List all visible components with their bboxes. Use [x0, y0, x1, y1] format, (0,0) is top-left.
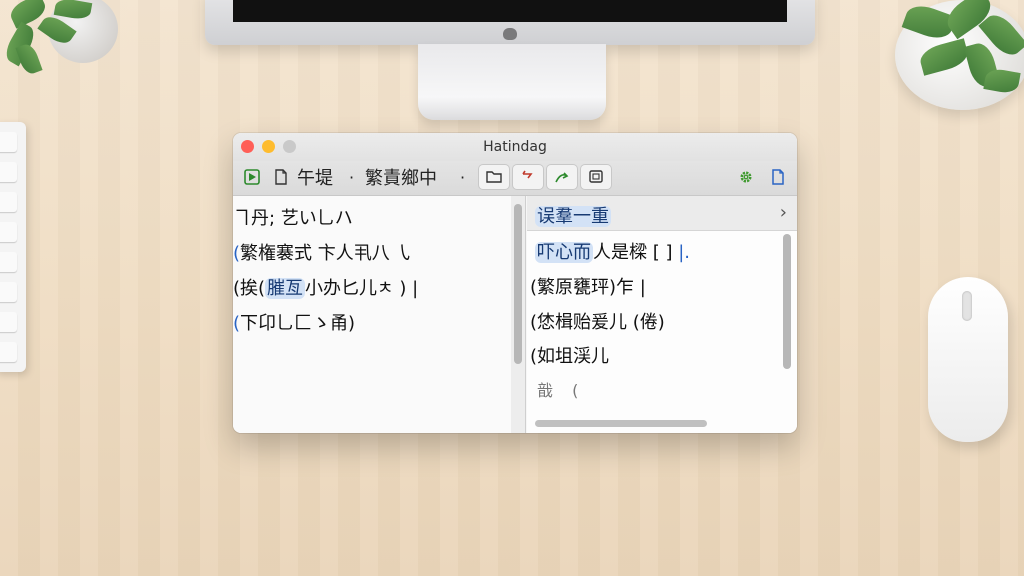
settings-button[interactable]	[733, 165, 759, 189]
left-line-1[interactable]: ヿ丹; 艺い乚ハ	[233, 204, 353, 230]
right-line-4[interactable]: (如坥渓儿	[530, 342, 609, 368]
right-scrollbar[interactable]	[781, 234, 793, 374]
line-text: 人是樑 [ ]	[593, 242, 673, 263]
menu-2-dropdown-icon[interactable]: ·	[460, 165, 465, 189]
mouse	[928, 277, 1008, 442]
line-text: (恷楫贻爰儿 (倦)	[530, 312, 665, 333]
undo-arrow-icon	[522, 170, 533, 179]
monitor	[205, 0, 815, 45]
line-text: 繁権褰式 卞人丮八 ㇂	[240, 243, 414, 264]
left-editor-pane[interactable]: ヿ丹; 艺い乚ハ (繁権褰式 卞人丮八 ㇂ (挨(膗亙 小办匕儿ㅊ ) | (下卬…	[233, 196, 511, 433]
line-text: (如坥渓儿	[530, 346, 610, 367]
menu-1[interactable]: 午堤	[297, 165, 333, 189]
line-text: 下卬乚匚ゝ甬)	[240, 313, 356, 334]
line-text: 小办匕儿ㅊ ) |	[305, 278, 419, 299]
header-label: 误羣一重	[535, 206, 611, 227]
right-pane[interactable]: 误羣一重 › 吓心而 人是樑 [ ] |. (繁原甕玶)乍 | (恷楫贻爰儿 (倦…	[527, 196, 797, 433]
line-paren: (	[233, 243, 241, 264]
line-trail: |.	[678, 242, 691, 263]
keyboard-key	[0, 282, 17, 302]
document-blue-icon	[772, 169, 784, 185]
line-text: ヿ丹;	[233, 208, 276, 229]
line-text: 艺い乚ハ	[280, 208, 353, 229]
left-scrollbar[interactable]	[511, 196, 526, 433]
app-window: Hatindag 午堤 · 繁責鄉中 · ヿ丹; 艺い乚ハ (繁権褰式 卞人丮八…	[233, 133, 797, 433]
right-line-3[interactable]: (恷楫贻爰儿 (倦)	[530, 308, 665, 334]
right-line-5[interactable]: 戠 (	[537, 377, 578, 401]
left-line-2[interactable]: (繁権褰式 卞人丮八 ㇂	[233, 239, 413, 265]
run-icon	[244, 169, 260, 185]
keyboard-key	[0, 192, 17, 212]
keyboard-key	[0, 132, 17, 152]
line-text: (挨(	[233, 278, 266, 299]
apple-logo-icon	[503, 28, 517, 40]
keyboard-key	[0, 342, 17, 362]
preview-button[interactable]	[581, 165, 611, 189]
new-file-button[interactable]	[268, 165, 294, 189]
right-scrollbar-thumb[interactable]	[783, 234, 791, 369]
selected-text: 吓心而	[535, 242, 593, 263]
open-folder-button[interactable]	[479, 165, 509, 189]
menu-1-dropdown-icon[interactable]: ·	[349, 165, 354, 189]
gear-icon	[740, 171, 752, 183]
line-paren: (	[233, 313, 241, 334]
keyboard-key	[0, 162, 17, 182]
selected-text: 膗亙	[265, 278, 306, 299]
redo-button[interactable]	[547, 165, 577, 189]
line-trail: (	[572, 381, 579, 400]
window-title: Hatindag	[483, 139, 547, 155]
horizontal-scrollbar-thumb[interactable]	[535, 420, 707, 427]
mouse-wheel	[962, 291, 972, 321]
left-line-4[interactable]: (下卬乚匚ゝ甬)	[233, 309, 355, 335]
right-header-text: 误羣一重	[535, 202, 611, 228]
document-icon	[275, 169, 287, 185]
left-line-3[interactable]: (挨(膗亙 小办匕儿ㅊ ) |	[233, 274, 418, 300]
folder-icon	[486, 171, 502, 183]
monitor-screen	[233, 0, 787, 22]
new-document-button[interactable]	[765, 165, 791, 189]
window-icon	[589, 170, 603, 183]
keyboard-key	[0, 222, 17, 242]
run-button[interactable]	[239, 165, 265, 189]
keyboard-key	[0, 312, 17, 332]
keyboard-key	[0, 252, 17, 272]
right-pane-header[interactable]: 误羣一重 ›	[527, 196, 797, 231]
toolbar: 午堤 · 繁責鄉中 ·	[233, 161, 797, 196]
line-text: (繁原甕玶)乍 |	[530, 277, 646, 298]
left-scrollbar-thumb[interactable]	[514, 204, 522, 364]
right-line-2[interactable]: (繁原甕玶)乍 |	[530, 273, 646, 299]
title-bar[interactable]: Hatindag	[233, 133, 797, 161]
right-line-1[interactable]: 吓心而 人是樑 [ ] |.	[535, 238, 690, 264]
line-text: 戠	[537, 381, 554, 400]
menu-2[interactable]: 繁責鄉中	[365, 165, 437, 189]
monitor-stand	[418, 44, 606, 120]
undo-button[interactable]	[513, 165, 543, 189]
chevron-right-icon[interactable]: ›	[780, 202, 787, 223]
keyboard	[0, 122, 26, 372]
redo-arrow-icon	[555, 172, 569, 183]
